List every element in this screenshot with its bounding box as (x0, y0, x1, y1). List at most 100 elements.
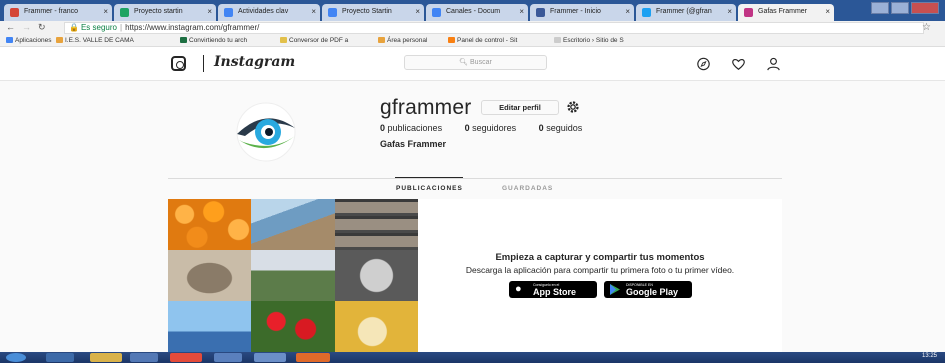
secure-label: Es seguro (80, 23, 117, 32)
photo-gondolas (168, 301, 251, 352)
gmail-icon (10, 8, 19, 17)
photo-flowers (251, 301, 335, 352)
instagram-header: Instagram 🔍︎ Buscar (0, 47, 945, 81)
empty-state-title: Empieza a capturar y compartir tus momen… (495, 252, 705, 263)
document-icon (280, 37, 287, 43)
photo-child (335, 301, 418, 352)
close-icon[interactable]: × (825, 7, 830, 16)
profile-stats: 0 publicaciones 0 seguidores 0 seguidos (380, 123, 602, 133)
bookmark-item[interactable]: Panel de control - Sit (448, 37, 517, 44)
window-controls (871, 2, 941, 16)
bookmark-item[interactable]: Convirtiendo tu arch (180, 37, 247, 44)
drive-icon (120, 8, 129, 17)
close-icon[interactable]: × (103, 7, 108, 16)
folder-icon (378, 37, 385, 43)
close-icon[interactable]: × (415, 7, 420, 16)
compass-icon[interactable] (696, 57, 711, 71)
profile-full-name: Gafas Frammer (380, 139, 447, 149)
chrome-icon[interactable] (170, 353, 202, 362)
reload-icon[interactable]: ↻ (38, 22, 46, 33)
settings-gear-icon[interactable] (565, 99, 581, 115)
apps-icon (6, 37, 13, 43)
browser-tab[interactable]: Actividades clav × (218, 4, 320, 21)
apple-icon: ● (515, 283, 522, 295)
url-text: https://www.instagram.com/gframmer/ (125, 23, 260, 32)
tab-saved[interactable]: GUARDADAS (502, 185, 553, 192)
address-bar: ← → ↻ 🔒 Es seguro | https://www.instagram.c… (0, 21, 945, 35)
bookmark-item[interactable]: I.E.S. VALLE DE CAMA (56, 37, 134, 44)
followers-count[interactable]: 0 seguidores (465, 123, 517, 133)
browser-tab[interactable]: Canales - Docum × (426, 4, 528, 21)
browser-tab[interactable]: Proyecto Startin × (322, 4, 424, 21)
tab-posts[interactable]: PUBLICACIONES (396, 185, 463, 192)
photo-cactus (251, 250, 335, 301)
taskbar-app-icon[interactable] (296, 353, 330, 362)
docs-icon (328, 8, 337, 17)
browser-tab[interactable]: Proyecto startin × (114, 4, 216, 21)
photo-coast (251, 199, 335, 250)
google-play-button[interactable]: DISPONIBLE EN Google Play (604, 281, 692, 298)
bookmark-item[interactable]: Conversor de PDF a (280, 37, 348, 44)
moodle-icon (448, 37, 455, 43)
browser-tab[interactable]: Frammer - Inicio × (530, 4, 634, 21)
bookmarks-bar: Aplicaciones I.E.S. VALLE DE CAMA Convir… (0, 35, 945, 47)
photo-baby (335, 250, 418, 301)
tabs-divider (168, 178, 782, 179)
photo-cat (168, 250, 251, 301)
search-placeholder: Buscar (470, 59, 492, 66)
active-tab-indicator (395, 177, 463, 178)
close-icon[interactable]: × (207, 7, 212, 16)
header-divider (203, 55, 204, 72)
app-store-button[interactable]: ● Consíguelo en el App Store (509, 281, 597, 298)
close-icon[interactable]: × (625, 7, 630, 16)
profile-icon[interactable] (766, 57, 781, 71)
google-play-icon (610, 284, 620, 295)
forward-icon[interactable]: → (22, 22, 31, 32)
bookmark-item[interactable]: Área personal (378, 37, 427, 44)
close-icon[interactable]: × (519, 7, 524, 16)
bookmark-star-icon[interactable]: ☆ (922, 22, 931, 33)
facebook-icon (536, 8, 545, 17)
taskbar-app-icon[interactable] (254, 353, 286, 362)
photo-mosaic (168, 199, 418, 352)
search-input[interactable]: 🔍︎ Buscar (404, 55, 547, 70)
maximize-icon[interactable] (891, 2, 909, 14)
docs-icon (432, 8, 441, 17)
system-tray (812, 353, 882, 362)
twitter-icon (642, 8, 651, 17)
browser-tab[interactable]: Frammer - franco × (4, 4, 112, 21)
minimize-icon[interactable] (871, 2, 889, 14)
instagram-camera-icon[interactable] (171, 56, 186, 71)
edit-profile-button[interactable]: Editar perfil (481, 100, 559, 115)
explorer-icon[interactable] (90, 353, 122, 362)
taskbar-app-icon[interactable] (130, 353, 158, 362)
posts-count: 0 publicaciones (380, 123, 443, 133)
taskbar-app-icon[interactable] (214, 353, 242, 362)
close-icon[interactable]: × (727, 7, 732, 16)
taskbar-clock[interactable]: 13:25 (922, 353, 937, 359)
excel-icon (180, 37, 187, 43)
start-button[interactable] (6, 353, 26, 362)
profile-avatar[interactable] (219, 102, 313, 162)
url-field[interactable]: 🔒 Es seguro | https://www.instagram.com/gfr… (64, 22, 924, 34)
heart-icon[interactable] (731, 57, 746, 71)
instagram-wordmark[interactable]: Instagram (214, 54, 295, 70)
photo-oranges (168, 199, 251, 250)
browser-tab[interactable]: Frammer (@gfran × (636, 4, 736, 21)
docs-icon (224, 8, 233, 17)
empty-state-subtitle: Descarga la aplicación para compartir tu… (465, 265, 735, 275)
bookmark-item[interactable]: Escritorio › Sitio de S (554, 37, 624, 44)
bookmark-apps[interactable]: Aplicaciones (6, 37, 52, 44)
close-window-icon[interactable] (911, 2, 939, 14)
browser-tab-active[interactable]: Gafas Frammer × (738, 4, 834, 21)
back-icon[interactable]: ← (6, 22, 15, 32)
profile-username: gframmer (380, 96, 472, 119)
windows-taskbar: 13:25 (0, 352, 945, 363)
ie-icon[interactable] (46, 353, 74, 362)
folder-icon (56, 37, 63, 43)
close-icon[interactable]: × (311, 7, 316, 16)
following-count[interactable]: 0 seguidos (539, 123, 583, 133)
search-icon: 🔍︎ (459, 59, 471, 66)
page-icon (554, 37, 561, 43)
lock-icon: 🔒 (69, 23, 79, 32)
